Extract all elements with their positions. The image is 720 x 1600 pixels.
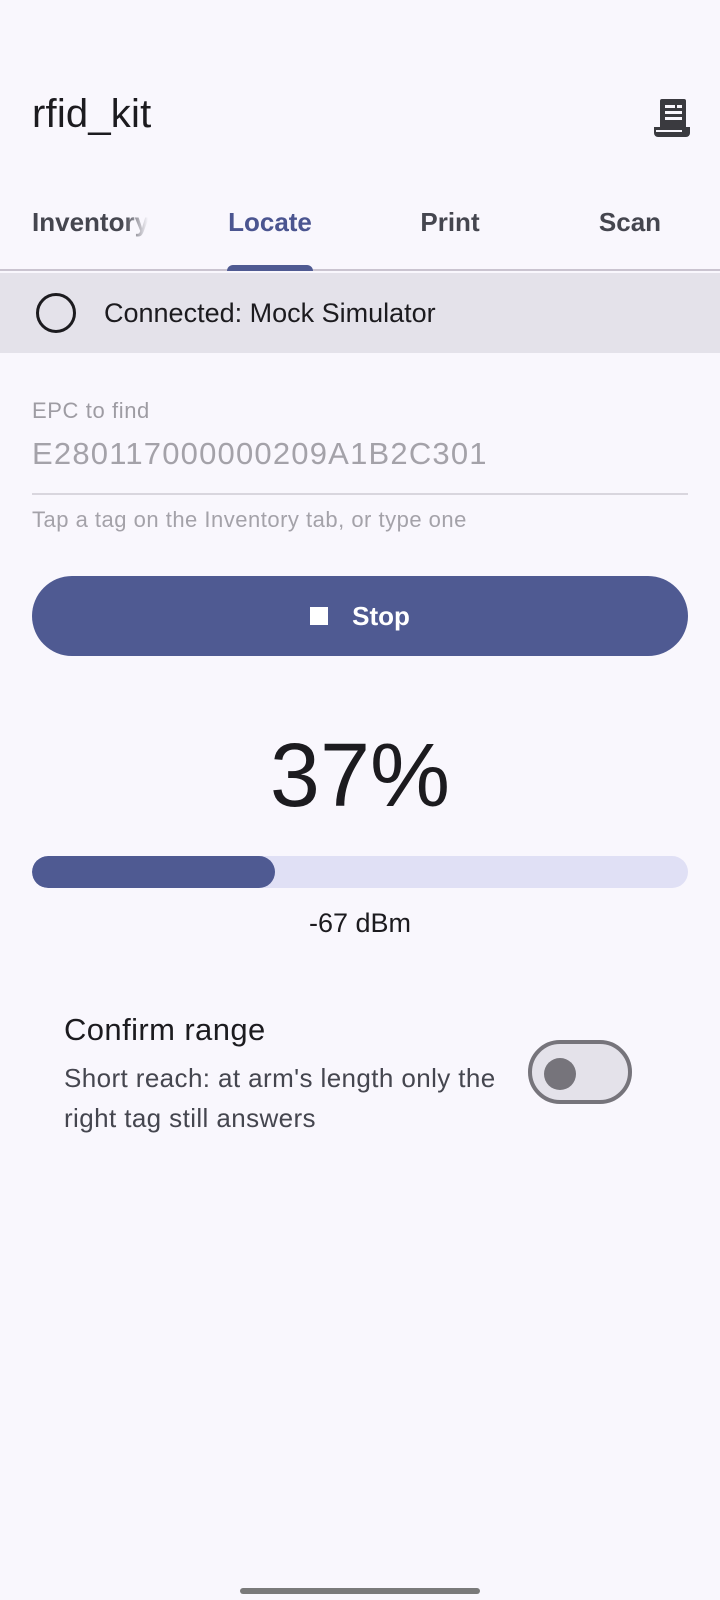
epc-field-helper: Tap a tag on the Inventory tab, or type … [32,507,467,532]
tab-locate[interactable]: Locate [180,175,360,271]
stop-button-label: Stop [352,600,410,631]
epc-field-label: EPC to find [32,398,150,423]
app-title: rfid_kit [32,92,152,136]
home-indicator[interactable] [240,1588,480,1594]
connection-status-text: Connected: Mock Simulator [104,298,436,328]
switch-thumb [544,1058,576,1090]
tab-print-label: Print [420,206,480,237]
confirm-range-switch[interactable] [528,1040,632,1104]
signal-rssi: -67 dBm [308,908,412,938]
connection-status-banner: Connected: Mock Simulator [0,273,720,353]
tab-inventory[interactable]: Inventory [0,175,180,269]
confirm-range-title: Confirm range [64,1012,266,1047]
tab-scan[interactable]: Scan [540,175,720,269]
tab-bar: Inventory Locate Print Scan [0,175,720,271]
signal-progress-bar [32,856,688,888]
tab-locate-label: Locate [228,206,312,237]
epc-field-underline [32,493,688,495]
epc-input[interactable] [32,436,692,472]
printer-queue-button[interactable] [648,96,696,144]
tab-active-indicator [227,265,313,271]
tab-inventory-label: Inventory [32,206,148,237]
tab-print[interactable]: Print [360,175,540,269]
printer-queue-icon [654,97,690,144]
confirm-range-subtitle: Short reach: at arm's length only the ri… [64,1063,496,1133]
app-bar: rfid_kit [0,0,720,175]
circle-outline-icon [36,293,76,333]
signal-percent: 37% [269,726,451,826]
signal-progress-fill [32,856,275,888]
stop-button[interactable]: Stop [32,576,688,656]
tab-scan-label: Scan [598,206,662,237]
stop-square-icon [310,607,329,625]
